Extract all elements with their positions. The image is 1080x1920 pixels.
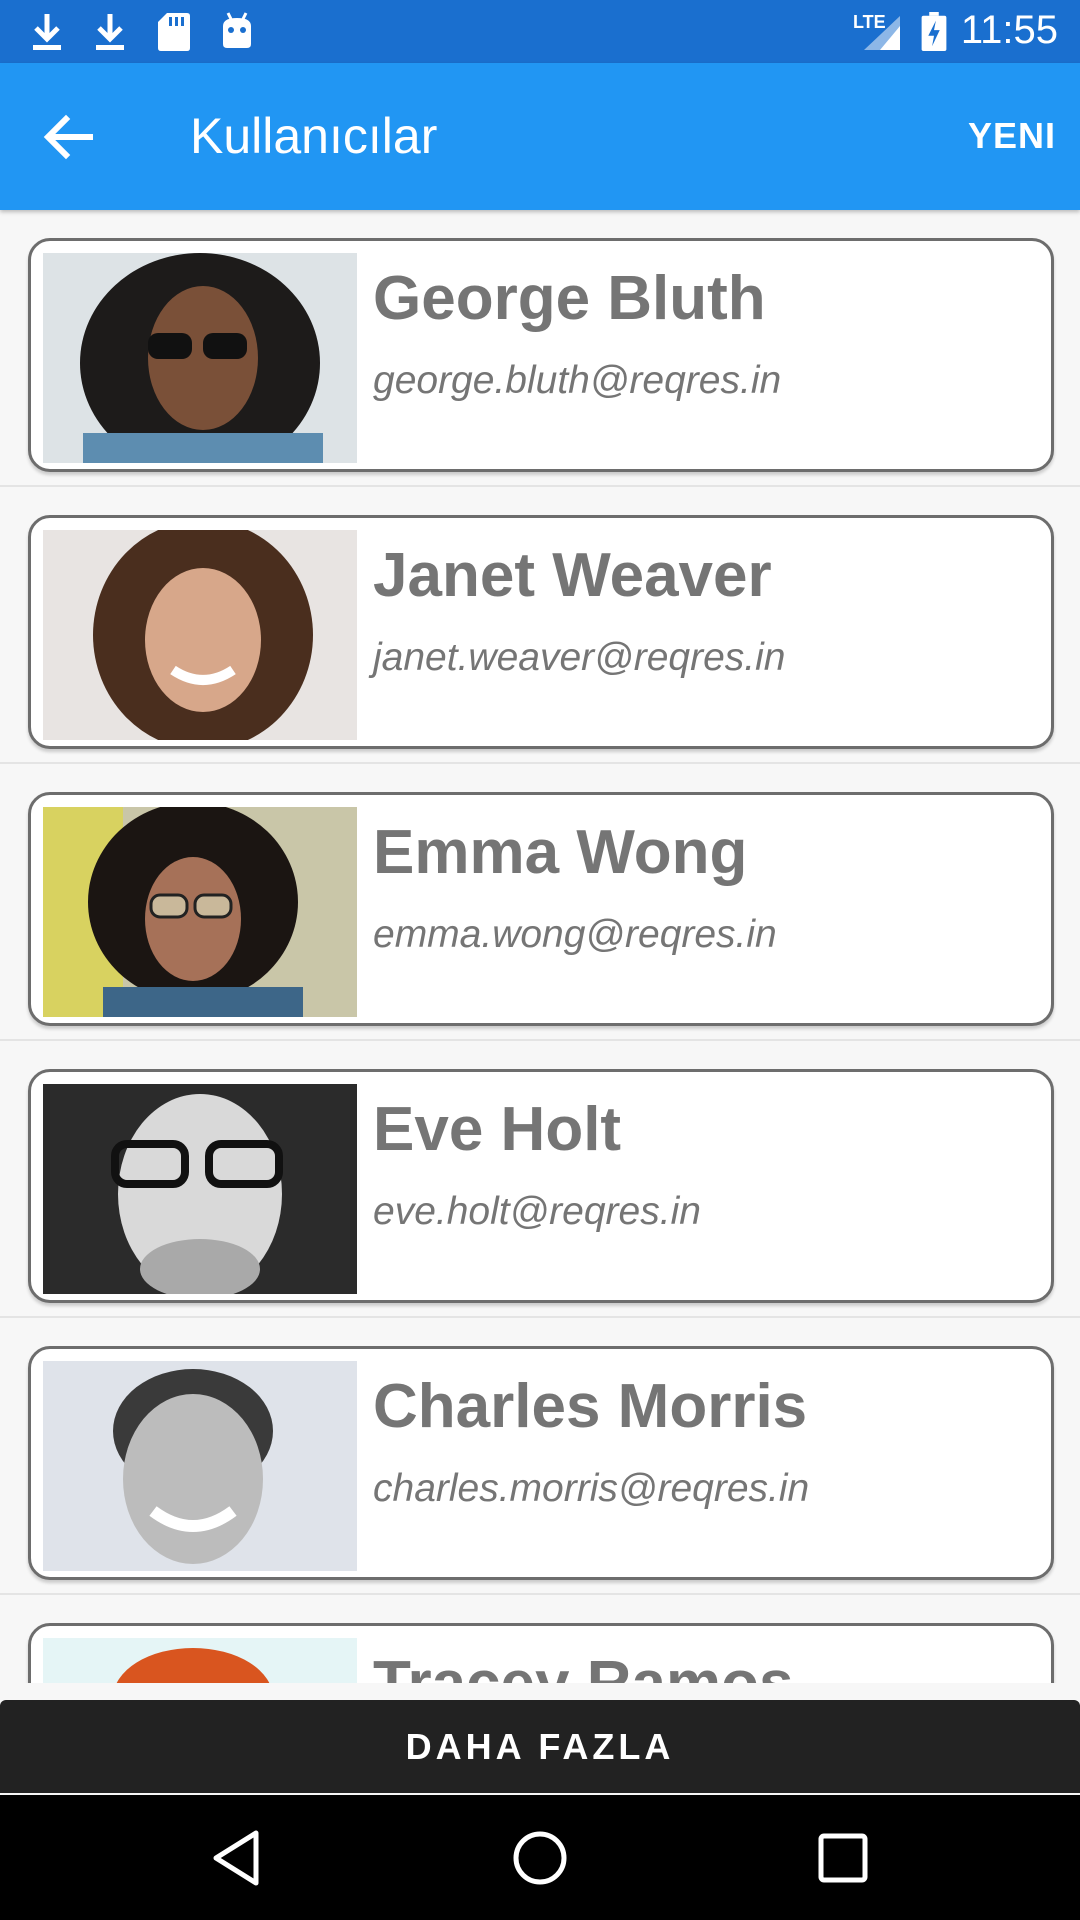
download-icon [96,14,124,50]
user-name: George Bluth [373,264,766,333]
list-item: Tracey Ramos [0,1595,1080,1683]
user-email: janet.weaver@reqres.in [373,636,786,679]
user-card[interactable]: Charles Morris charles.morris@reqres.in [28,1346,1054,1580]
user-email: eve.holt@reqres.in [373,1190,701,1233]
user-list[interactable]: George Bluth george.bluth@reqres.in Jane… [0,210,1080,1683]
status-bar: LTE 11:55 [0,0,1080,63]
avatar [43,530,357,740]
avatar [43,1361,357,1571]
user-card[interactable]: George Bluth george.bluth@reqres.in [28,238,1054,472]
app-root: LTE 11:55 Kullanıcılar YENI George Bluth… [0,0,1080,1920]
user-name: Tracey Ramos [373,1648,793,1683]
user-name: Janet Weaver [373,541,772,610]
list-item: Eve Holt eve.holt@reqres.in [0,1041,1080,1318]
download-icon [33,14,61,50]
status-time: 11:55 [960,8,1058,52]
user-card[interactable]: Janet Weaver janet.weaver@reqres.in [28,515,1054,749]
user-email: charles.morris@reqres.in [373,1467,810,1510]
load-more-button[interactable]: DAHA FAZLA [0,1700,1080,1793]
avatar [43,1638,357,1683]
new-user-button[interactable]: YENI [968,115,1056,157]
back-nav-icon[interactable] [206,1827,268,1889]
user-card[interactable]: Eve Holt eve.holt@reqres.in [28,1069,1054,1303]
list-item: Janet Weaver janet.weaver@reqres.in [0,487,1080,764]
user-name: Emma Wong [373,818,748,887]
android-icon [223,12,251,48]
page-title: Kullanıcılar [190,108,438,164]
recents-nav-icon[interactable] [812,1827,874,1889]
home-nav-icon[interactable] [509,1827,571,1889]
navigation-bar [0,1795,1080,1920]
signal-icon [864,16,900,50]
list-item: Charles Morris charles.morris@reqres.in [0,1318,1080,1595]
user-card[interactable]: Emma Wong emma.wong@reqres.in [28,792,1054,1026]
list-item: Emma Wong emma.wong@reqres.in [0,764,1080,1041]
avatar [43,807,357,1017]
app-bar: Kullanıcılar YENI [0,63,1080,210]
user-card[interactable]: Tracey Ramos [28,1623,1054,1683]
avatar [43,253,357,463]
user-name: Charles Morris [373,1372,808,1441]
user-email: george.bluth@reqres.in [373,359,782,402]
battery-charging-icon [921,12,947,52]
back-arrow-icon[interactable] [36,105,100,169]
sd-card-icon [158,13,190,51]
user-email: emma.wong@reqres.in [373,913,777,956]
list-item: George Bluth george.bluth@reqres.in [0,210,1080,487]
avatar [43,1084,357,1294]
user-name: Eve Holt [373,1095,622,1164]
